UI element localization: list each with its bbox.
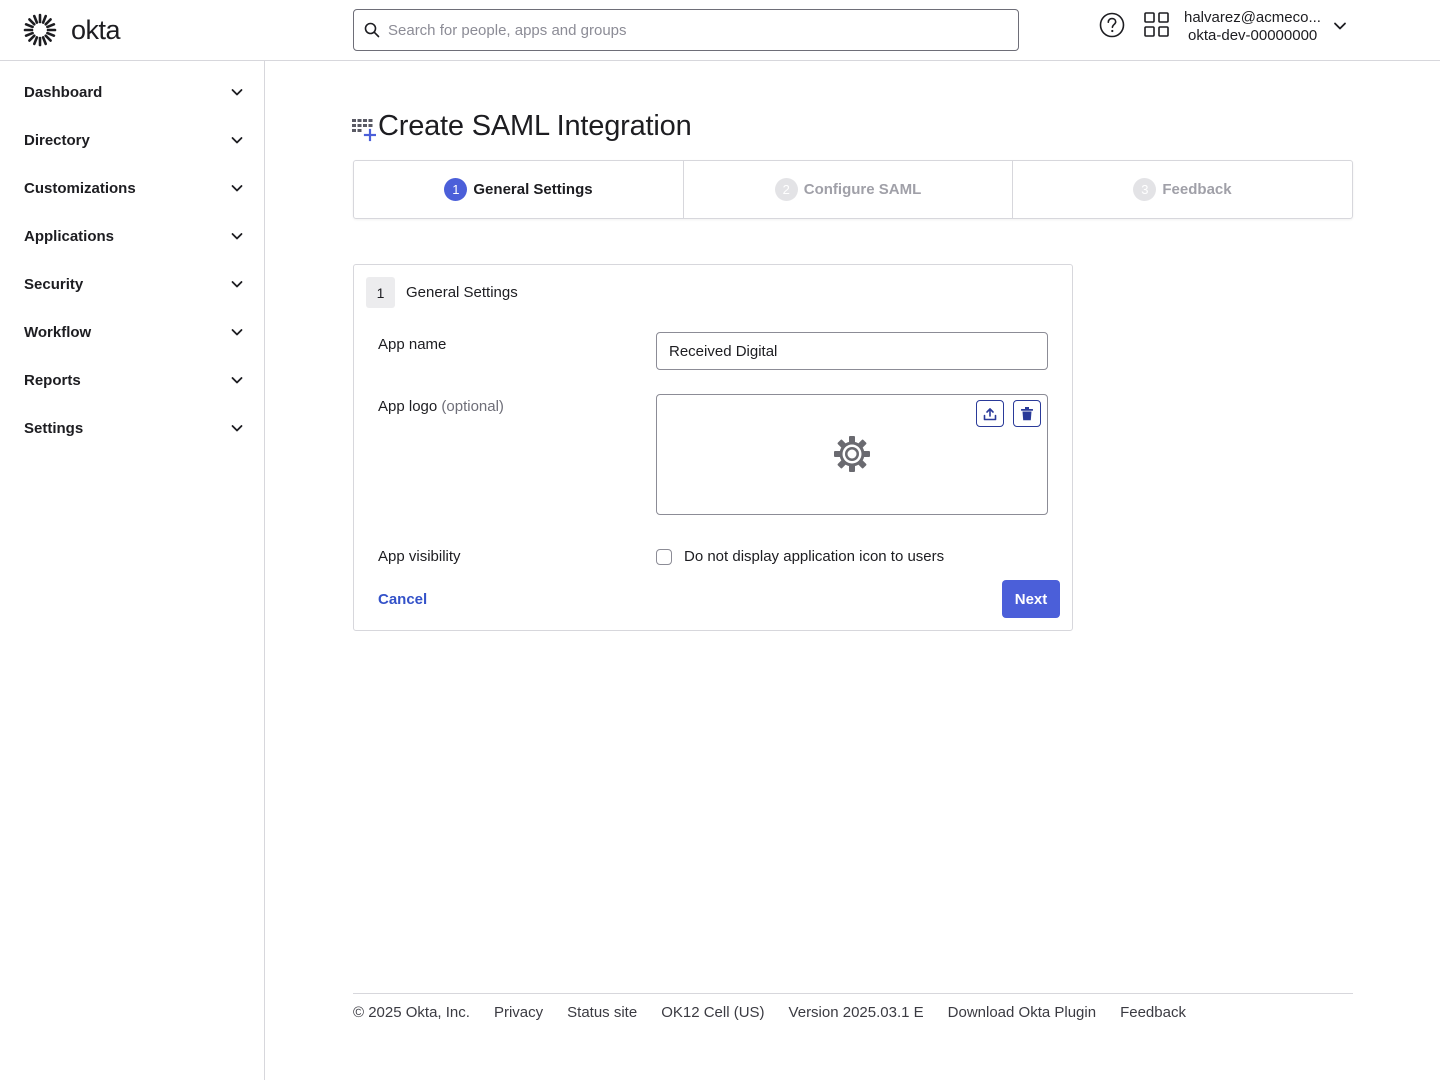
- top-header: okta halvarez@acmeco... okta-dev-0000000…: [0, 0, 1440, 61]
- delete-logo-button[interactable]: [1013, 400, 1041, 427]
- sidebar-item-label: Customizations: [24, 179, 136, 197]
- hide-app-icon-label[interactable]: Do not display application icon to users: [684, 548, 944, 565]
- chevron-down-icon: [231, 329, 243, 336]
- create-app-icon: [352, 118, 376, 141]
- footer-version: Version 2025.03.1 E: [788, 1004, 924, 1021]
- apps-grid-icon[interactable]: [1144, 12, 1169, 37]
- section-number-badge: 1: [366, 277, 395, 308]
- step-label: General Settings: [473, 181, 593, 198]
- sidebar-item-label: Applications: [24, 227, 115, 245]
- sidebar-item-reports[interactable]: Reports: [24, 368, 244, 392]
- step-label: Feedback: [1162, 181, 1232, 198]
- page-title-text: Create SAML Integration: [378, 110, 692, 142]
- step-feedback: 3 Feedback: [1012, 161, 1352, 218]
- wizard-steps: 1 General Settings 2 Configure SAML 3 Fe…: [353, 160, 1353, 219]
- sidebar-item-workflow[interactable]: Workflow: [24, 320, 244, 344]
- trash-icon: [1021, 406, 1033, 420]
- chevron-down-icon: [231, 233, 243, 240]
- hide-app-icon-checkbox[interactable]: [656, 549, 672, 565]
- general-settings-card: 1 General Settings App name App logo (op…: [353, 264, 1073, 631]
- user-org: okta-dev-00000000: [1188, 27, 1318, 44]
- cancel-button[interactable]: Cancel: [378, 591, 427, 608]
- sidebar-item-dashboard[interactable]: Dashboard: [24, 80, 244, 104]
- footer-plugin-link[interactable]: Download Okta Plugin: [948, 1004, 1096, 1021]
- app-logo-label: App logo (optional): [378, 398, 504, 415]
- app-name-label: App name: [378, 336, 447, 353]
- chevron-down-icon: [231, 137, 243, 144]
- chevron-down-icon: [231, 377, 243, 384]
- app-name-input[interactable]: [656, 332, 1048, 370]
- next-button[interactable]: Next: [1002, 580, 1060, 618]
- help-icon[interactable]: [1099, 12, 1125, 38]
- sidebar-item-label: Reports: [24, 371, 81, 389]
- brand-name: okta: [71, 15, 121, 45]
- sidebar-nav: Dashboard Directory Customizations Appli…: [0, 61, 265, 1080]
- step-general-settings: 1 General Settings: [354, 161, 683, 218]
- sidebar-item-applications[interactable]: Applications: [24, 224, 244, 248]
- app-logo-label-text: App logo: [378, 398, 438, 415]
- sidebar-item-security[interactable]: Security: [24, 272, 244, 296]
- app-visibility-label: App visibility: [378, 548, 461, 565]
- user-menu[interactable]: halvarez@acmeco... okta-dev-00000000: [1184, 9, 1324, 45]
- section-title: General Settings: [406, 284, 518, 301]
- step-number: 3: [1133, 178, 1157, 201]
- user-email: halvarez@acmeco...: [1184, 9, 1321, 26]
- sidebar-item-label: Dashboard: [24, 83, 103, 101]
- sidebar-item-label: Directory: [24, 131, 90, 149]
- sidebar-item-label: Security: [24, 275, 84, 293]
- chevron-down-icon: [231, 281, 243, 288]
- sidebar-item-customizations[interactable]: Customizations: [24, 176, 244, 200]
- chevron-down-icon: [231, 425, 243, 432]
- okta-logo[interactable]: okta: [23, 13, 121, 47]
- footer-feedback-link[interactable]: Feedback: [1120, 1004, 1186, 1021]
- step-label: Configure SAML: [803, 181, 922, 198]
- search-icon: [364, 22, 380, 38]
- page-footer: © 2025 Okta, Inc. Privacy Status site OK…: [353, 993, 1353, 1021]
- page-title: Create SAML Integration: [352, 110, 692, 143]
- okta-logo-icon: [23, 13, 57, 47]
- sidebar-item-label: Settings: [24, 419, 84, 437]
- chevron-down-icon[interactable]: [1333, 19, 1347, 33]
- footer-status-link[interactable]: Status site: [567, 1004, 637, 1021]
- footer-cell: OK12 Cell (US): [661, 1004, 765, 1021]
- footer-copyright: © 2025 Okta, Inc.: [353, 1004, 470, 1021]
- app-logo-dropzone[interactable]: [656, 394, 1048, 515]
- footer-privacy-link[interactable]: Privacy: [494, 1004, 543, 1021]
- step-number: 2: [774, 178, 798, 201]
- step-number: 1: [444, 178, 468, 201]
- upload-logo-button[interactable]: [976, 400, 1004, 427]
- sidebar-item-label: Workflow: [24, 323, 92, 341]
- sidebar-item-settings[interactable]: Settings: [24, 416, 244, 440]
- chevron-down-icon: [231, 89, 243, 96]
- gear-icon: [834, 436, 870, 472]
- upload-icon: [983, 407, 997, 420]
- sidebar-item-directory[interactable]: Directory: [24, 128, 244, 152]
- search-input[interactable]: [388, 21, 988, 39]
- optional-tag: (optional): [441, 398, 504, 415]
- global-search[interactable]: [353, 9, 1019, 51]
- chevron-down-icon: [231, 185, 243, 192]
- step-configure-saml: 2 Configure SAML: [683, 161, 1012, 218]
